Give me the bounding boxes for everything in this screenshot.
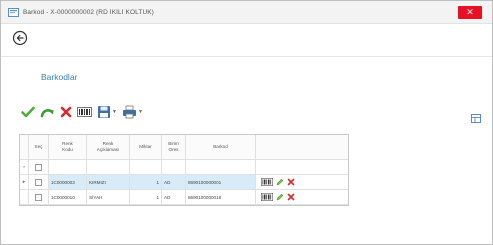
- empty-cell[interactable]: [186, 160, 256, 174]
- miktar-cell[interactable]: 1: [130, 190, 162, 204]
- empty-cell: [256, 160, 348, 174]
- row-select-checkbox-cell[interactable]: [29, 160, 49, 174]
- barkod-cell[interactable]: 8690100000001: [186, 175, 256, 189]
- row-indicator: ▸: [20, 175, 29, 189]
- miktar-cell[interactable]: 1: [130, 175, 162, 189]
- column-header-renk-kodu[interactable]: Renk Kodu: [49, 135, 87, 159]
- row-checkbox[interactable]: [35, 178, 42, 186]
- column-chooser-icon[interactable]: [471, 110, 481, 123]
- renk-kodu-cell[interactable]: 1C0000010: [49, 190, 87, 204]
- actions-header: [256, 135, 348, 159]
- empty-cell[interactable]: [49, 160, 87, 174]
- toolbar: ▼ ▼: [21, 104, 143, 120]
- close-button[interactable]: ✕: [458, 5, 482, 19]
- column-header-label: Ores: [168, 147, 179, 152]
- row-select-checkbox-cell[interactable]: [29, 175, 49, 189]
- row-actions: [256, 190, 348, 204]
- new-row-marker: *: [20, 160, 29, 174]
- column-header-label: Kodu: [62, 147, 73, 152]
- table-row[interactable]: ▸ 1C0000003 KIRMIZI 1 AD 8690100000001: [20, 175, 348, 190]
- barkod-window: Barkod - X-0000000002 (RD İKİLİ KOLTUK) …: [0, 0, 493, 245]
- column-header-label: Açıklaması: [96, 147, 120, 152]
- window-title: Barkod - X-0000000002 (RD İKİLİ KOLTUK): [23, 8, 154, 16]
- renk-aciklamasi-cell[interactable]: SİYAH: [87, 190, 130, 204]
- renk-aciklamasi-cell[interactable]: KIRMIZI: [87, 175, 130, 189]
- renk-kodu-cell[interactable]: 1C0000003: [49, 175, 87, 189]
- header-divider: [1, 56, 492, 57]
- empty-cell[interactable]: [87, 160, 130, 174]
- empty-cell[interactable]: [130, 160, 162, 174]
- barcode-icon[interactable]: [77, 104, 92, 120]
- edit-icon[interactable]: [276, 193, 284, 202]
- grid-header-row: Seç Renk Kodu Renk Açıklaması Miktar Bir…: [20, 135, 348, 160]
- row-indicator: [20, 190, 29, 204]
- column-header-birim[interactable]: Birim Ores: [162, 135, 186, 159]
- indicator-header: [20, 135, 29, 159]
- birim-cell[interactable]: AD: [162, 190, 186, 204]
- title-bar: Barkod - X-0000000002 (RD İKİLİ KOLTUK) …: [1, 1, 492, 24]
- print-dropdown-caret-icon[interactable]: ▼: [138, 109, 143, 115]
- delete-icon[interactable]: [287, 178, 295, 187]
- row-checkbox[interactable]: [35, 193, 42, 201]
- undo-icon[interactable]: [40, 104, 55, 120]
- save-icon[interactable]: ▼: [97, 104, 117, 120]
- back-arrow-icon[interactable]: [12, 30, 28, 46]
- save-dropdown-caret-icon[interactable]: ▼: [112, 109, 117, 115]
- delete-icon[interactable]: [287, 193, 295, 202]
- table-row[interactable]: 1C0000010 SİYAH 1 AD 8690100000018: [20, 190, 348, 205]
- app-icon: [7, 6, 19, 18]
- row-select-checkbox-cell[interactable]: [29, 190, 49, 204]
- row-checkbox[interactable]: [35, 163, 42, 171]
- column-header-barkod[interactable]: Barkod: [186, 135, 256, 159]
- birim-cell[interactable]: AD: [162, 175, 186, 189]
- column-header-renk-aciklamasi[interactable]: Renk Açıklaması: [87, 135, 130, 159]
- new-row[interactable]: *: [20, 160, 348, 175]
- print-icon[interactable]: ▼: [122, 104, 143, 120]
- column-header-sec[interactable]: Seç: [29, 135, 49, 159]
- barcode-grid: Seç Renk Kodu Renk Açıklaması Miktar Bir…: [19, 134, 349, 206]
- edit-icon[interactable]: [276, 178, 284, 187]
- barcode-icon[interactable]: [261, 192, 273, 202]
- row-actions: [256, 175, 348, 189]
- barcode-icon[interactable]: [261, 177, 273, 187]
- column-header-miktar[interactable]: Miktar: [130, 135, 162, 159]
- empty-cell[interactable]: [162, 160, 186, 174]
- barkod-cell[interactable]: 8690100000018: [186, 190, 256, 204]
- page-title: Barkodlar: [41, 72, 78, 82]
- delete-icon[interactable]: [60, 104, 72, 120]
- save-check-icon[interactable]: [21, 104, 35, 120]
